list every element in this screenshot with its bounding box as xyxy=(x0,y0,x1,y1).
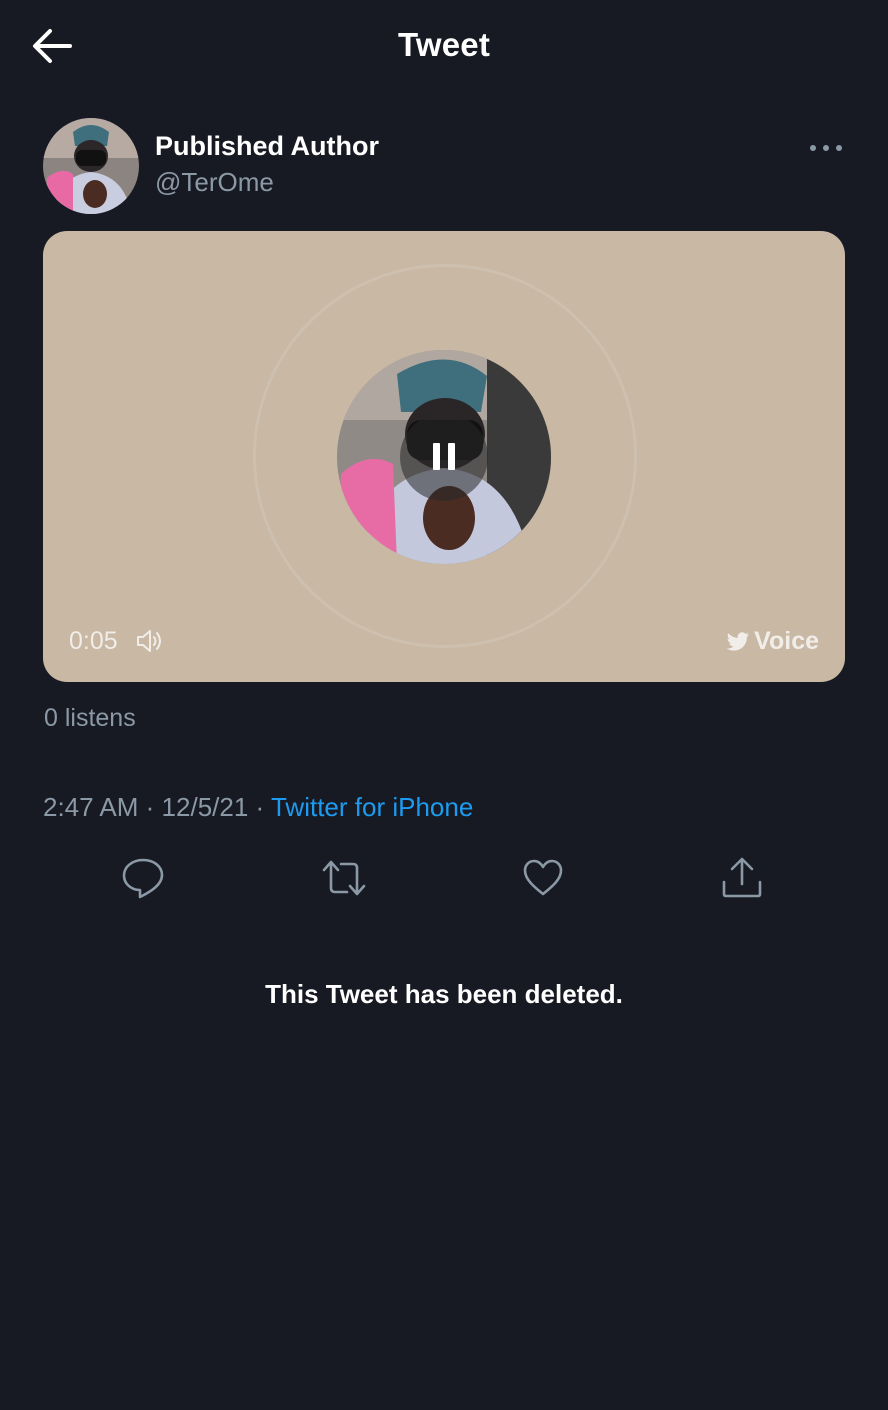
retweet-button[interactable] xyxy=(320,856,366,900)
voice-brand-label: Voice xyxy=(726,627,819,656)
tweet-date: 12/5/21 xyxy=(161,792,249,822)
like-button[interactable] xyxy=(521,856,565,900)
share-icon xyxy=(722,857,762,898)
reply-button[interactable] xyxy=(121,856,165,900)
like-icon xyxy=(523,859,563,896)
listen-count: 0 listens xyxy=(44,704,136,732)
reply-icon xyxy=(122,858,164,899)
top-bar: Tweet xyxy=(0,0,888,92)
avatar-image xyxy=(43,118,139,214)
retweet-icon xyxy=(322,860,366,896)
speaker-icon xyxy=(137,630,161,652)
tweet-metadata: 2:47 AM · 12/5/21 · Twitter for iPhone xyxy=(43,792,473,823)
voice-duration: 0:05 xyxy=(69,627,118,655)
author-name[interactable]: Published Author xyxy=(155,131,379,162)
page-title: Tweet xyxy=(397,26,491,63)
voice-tweet-card[interactable]: 0:05 Voice xyxy=(43,231,845,682)
more-horizontal-icon xyxy=(810,145,842,151)
author-handle[interactable]: @TerOme xyxy=(155,167,274,198)
volume-button[interactable] xyxy=(135,628,165,654)
meta-separator: · xyxy=(145,792,155,822)
voice-brand-text: Voice xyxy=(754,627,819,655)
tweet-time: 2:47 AM xyxy=(43,792,139,822)
more-options-button[interactable] xyxy=(804,134,848,162)
avatar[interactable] xyxy=(43,118,139,214)
twitter-bird-icon xyxy=(726,632,750,651)
share-button[interactable] xyxy=(720,856,764,900)
deleted-tweet-notice: This Tweet has been deleted. xyxy=(265,979,623,1009)
pause-button[interactable] xyxy=(400,413,488,501)
meta-separator: · xyxy=(255,792,265,822)
source-link[interactable]: Twitter for iPhone xyxy=(271,792,473,822)
